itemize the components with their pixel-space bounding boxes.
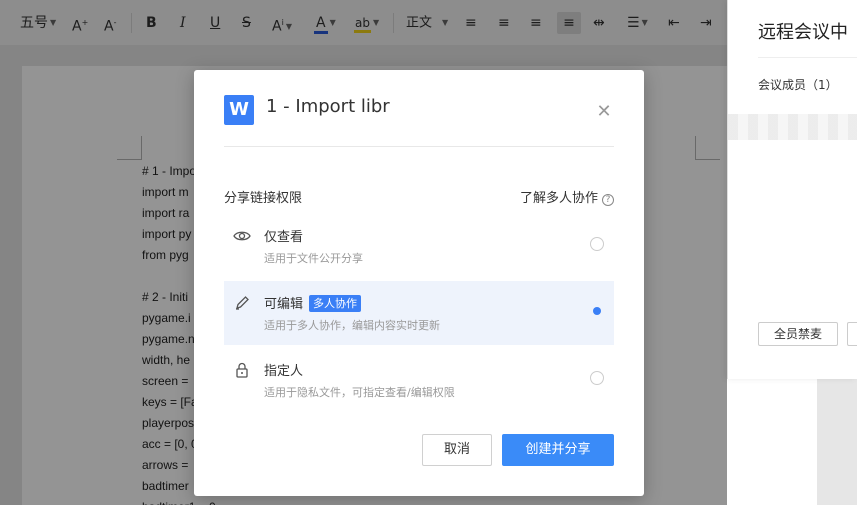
- divider: [224, 146, 614, 147]
- share-dialog: W 1 - Import libr ✕ 分享链接权限 了解多人协作? 仅查看 适…: [194, 70, 644, 496]
- close-icon[interactable]: ✕: [594, 102, 614, 122]
- lock-icon: [236, 362, 248, 378]
- panel-button[interactable]: [847, 322, 857, 346]
- cancel-button[interactable]: 取消: [422, 434, 492, 466]
- collaboration-badge: 多人协作: [309, 295, 362, 312]
- create-and-share-button[interactable]: 创建并分享: [502, 434, 614, 466]
- option-title: 可编辑 多人协作: [264, 293, 362, 312]
- option-description: 适用于文件公开分享: [264, 252, 363, 265]
- meeting-title: 远程会议中: [758, 22, 848, 43]
- pencil-icon: [236, 296, 249, 310]
- learn-collaboration-link[interactable]: 了解多人协作?: [520, 187, 614, 206]
- learn-collaboration-text: 了解多人协作: [519, 191, 598, 206]
- option-title-text: 可编辑: [264, 297, 304, 312]
- option-specific-people[interactable]: 指定人 适用于隐私文件，可指定查看/编辑权限: [224, 348, 614, 412]
- eye-icon: [233, 231, 251, 241]
- radio-view-only[interactable]: [590, 237, 604, 251]
- permission-label: 分享链接权限: [224, 191, 303, 206]
- meeting-panel: 远程会议中 会议成员（1） 全员禁麦: [727, 0, 857, 379]
- option-view-only[interactable]: 仅查看 适用于文件公开分享: [224, 214, 614, 278]
- divider: [758, 57, 857, 58]
- wps-writer-logo-icon: W: [224, 95, 254, 125]
- help-icon: ?: [602, 194, 614, 206]
- member-list-item[interactable]: [728, 114, 857, 140]
- members-label: 会议成员（1）: [758, 78, 838, 92]
- mute-all-button[interactable]: 全员禁麦: [758, 322, 838, 346]
- option-title: 仅查看: [264, 230, 304, 245]
- option-title: 指定人: [264, 364, 304, 379]
- radio-editable[interactable]: [590, 304, 604, 318]
- option-description: 适用于隐私文件，可指定查看/编辑权限: [264, 386, 455, 399]
- dialog-title: 1 - Import libr: [266, 96, 390, 117]
- radio-specific-people[interactable]: [590, 371, 604, 385]
- option-editable[interactable]: 可编辑 多人协作 适用于多人协作，编辑内容实时更新: [224, 281, 614, 345]
- option-description: 适用于多人协作，编辑内容实时更新: [264, 319, 440, 332]
